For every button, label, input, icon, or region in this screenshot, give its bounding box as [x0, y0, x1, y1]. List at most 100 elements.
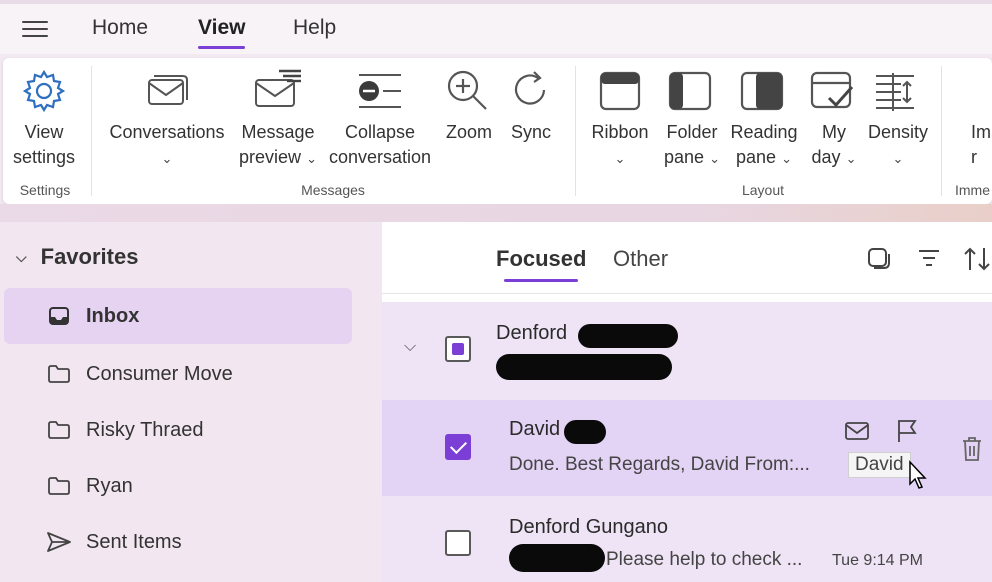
message-row-denford-gungano[interactable]: Denford Gungano Please help to check ...… [382, 496, 992, 582]
zoom-label: Zoom [445, 122, 492, 142]
trash-icon[interactable] [960, 436, 984, 467]
sync-label: Sync [510, 122, 552, 142]
inbox-tabs: Focused Other [382, 222, 992, 294]
decorative-banner [0, 204, 992, 222]
message-preview-icon [253, 68, 303, 115]
sidebar-item-inbox[interactable]: Inbox [4, 288, 352, 344]
chevron-down-icon: ⌄ [306, 151, 317, 166]
menu-bar: Home View Help [0, 4, 992, 54]
gear-icon [21, 68, 67, 119]
group-label-immersive: Imme [955, 182, 990, 198]
collapse-label-line2: conversation [328, 147, 432, 167]
message-preview-label-line1: Message [241, 122, 315, 142]
row-checkbox[interactable] [445, 530, 471, 556]
sidebar-item-label: Consumer Move [86, 362, 233, 385]
folder-icon [46, 475, 72, 497]
density-button[interactable]: Density ⌄ [863, 120, 933, 171]
group-label-settings: Settings [19, 182, 71, 198]
sort-icon[interactable] [962, 246, 992, 277]
reading-pane-button[interactable]: Reading pane ⌄ [727, 120, 801, 171]
ribbon-separator [941, 66, 942, 196]
message-list: Focused Other ⌵ Denford David Done. Best… [382, 222, 992, 582]
row-checkbox[interactable] [445, 336, 471, 362]
row-checkbox[interactable] [445, 434, 471, 460]
view-settings-label-line1: View [24, 122, 64, 142]
chevron-down-icon: ⌄ [614, 151, 626, 166]
tab-focused[interactable]: Focused [496, 246, 586, 282]
conversations-icon [145, 72, 189, 115]
group-label-layout: Layout [741, 182, 785, 198]
conversations-label: Conversations [109, 122, 225, 142]
sidebar-item-label: Sent Items [86, 530, 182, 553]
redaction-mark [509, 544, 605, 572]
chevron-down-icon: ⌄ [709, 151, 720, 166]
message-time: Tue 9:14 PM [832, 552, 924, 569]
ribbon: View settings Settings Conversations ⌄ M… [3, 58, 992, 204]
my-day-label-line1: My [822, 122, 846, 142]
sidebar-item-label: Inbox [86, 304, 140, 327]
sidebar-item-label: Risky Thraed [86, 418, 204, 441]
reading-pane-icon [739, 70, 785, 117]
conversation-row-denford[interactable]: ⌵ Denford [382, 302, 992, 400]
filter-icon[interactable] [916, 246, 942, 275]
my-day-button[interactable]: My day ⌄ [807, 120, 861, 171]
conversations-button[interactable]: Conversations ⌄ [107, 120, 227, 171]
favorites-header[interactable]: ⌵ Favorites [16, 244, 138, 270]
message-preview: Done. Best Regards, David From:... [509, 454, 810, 475]
folder-icon [46, 419, 72, 441]
sidebar-item-consumer-move[interactable]: Consumer Move [4, 346, 352, 402]
redaction-mark [496, 354, 672, 380]
chevron-down-icon: ⌄ [781, 151, 792, 166]
sidebar-item-sent-items[interactable]: Sent Items [4, 514, 352, 570]
reading-pane-label-line2: pane [736, 147, 777, 167]
inbox-icon [46, 305, 72, 327]
redaction-mark [564, 420, 606, 444]
mark-unread-icon[interactable] [844, 420, 870, 447]
tab-view[interactable]: View [198, 16, 246, 49]
message-preview: Please help to check ... [606, 549, 803, 570]
density-label: Density [867, 122, 929, 142]
message-sender: Denford Gungano [509, 516, 669, 538]
ribbon-layout-icon [598, 70, 642, 117]
tab-other[interactable]: Other [613, 246, 668, 272]
folder-pane-label-line1: Folder [666, 122, 718, 142]
immersive-reader-button[interactable]: Im r [971, 120, 992, 170]
tab-help[interactable]: Help [293, 16, 336, 40]
hamburger-menu-icon[interactable] [22, 18, 50, 40]
view-settings-label-line2: settings [12, 147, 76, 167]
sidebar-item-label: Ryan [86, 474, 133, 497]
folder-icon [46, 363, 72, 385]
redaction-mark [578, 324, 678, 348]
collapse-conversation-button[interactable]: Collapse conversation [325, 120, 435, 170]
folder-pane-button[interactable]: Folder pane ⌄ [659, 120, 725, 171]
select-mode-icon[interactable] [866, 246, 892, 275]
message-preview-button[interactable]: Message preview ⌄ [233, 120, 323, 171]
group-label-messages: Messages [301, 182, 365, 198]
chevron-down-icon[interactable]: ⌵ [404, 338, 416, 356]
chevron-down-icon: ⌄ [892, 151, 904, 166]
folder-pane-label-line2: pane [664, 147, 705, 167]
mouse-cursor-icon [908, 460, 928, 495]
my-day-icon [809, 70, 855, 119]
message-row-david[interactable]: David Done. Best Regards, David From:...… [382, 400, 992, 496]
chevron-down-icon: ⌄ [161, 151, 173, 166]
folder-pane-icon [667, 70, 713, 117]
my-day-label-line2: day [811, 147, 841, 167]
density-icon [873, 70, 917, 119]
message-sender: David [509, 418, 561, 440]
flag-icon[interactable] [895, 418, 919, 449]
sync-button[interactable]: Sync [501, 120, 561, 145]
ribbon-toggle-button[interactable]: Ribbon ⌄ [587, 120, 653, 171]
sidebar-item-ryan[interactable]: Ryan [4, 458, 352, 514]
ribbon-separator [575, 66, 576, 196]
zoom-button[interactable]: Zoom [439, 120, 499, 145]
tab-home[interactable]: Home [92, 16, 148, 40]
sync-icon [508, 68, 552, 117]
sender-tooltip: David [848, 452, 911, 478]
send-icon [46, 531, 72, 553]
view-settings-button[interactable]: View settings [5, 120, 83, 170]
chevron-down-icon: ⌵ [16, 248, 27, 265]
reading-pane-label-line1: Reading [730, 122, 798, 142]
immersive-label-line2: r [971, 147, 977, 167]
sidebar-item-risky-thraed[interactable]: Risky Thraed [4, 402, 352, 458]
